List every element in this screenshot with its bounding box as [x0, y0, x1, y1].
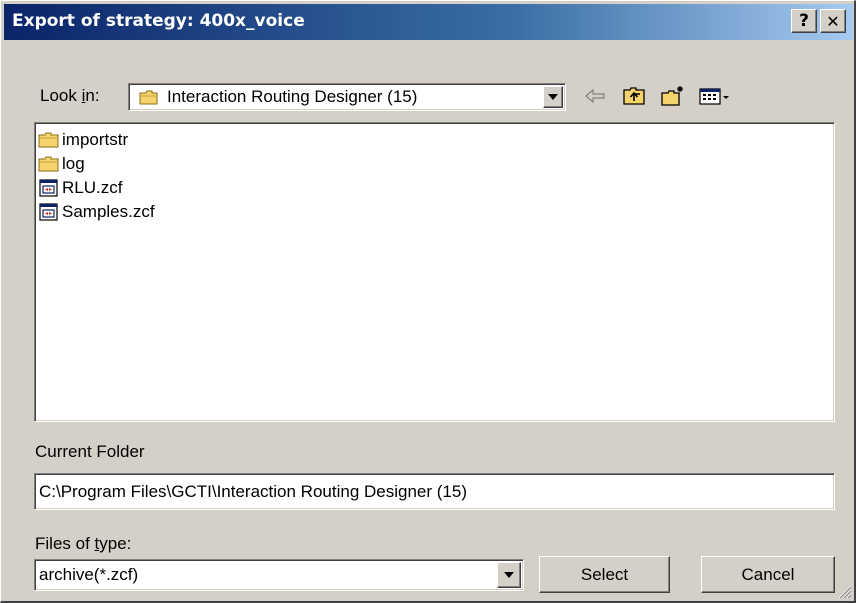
list-item[interactable]: RLU.zcf	[38, 177, 122, 199]
filetype-label: Files of type:	[35, 534, 131, 554]
filetype-value: archive(*.zcf)	[39, 565, 139, 584]
resize-grip-icon[interactable]	[836, 583, 852, 599]
current-folder-field[interactable]: C:\Program Files\GCTI\Interaction Routin…	[34, 473, 835, 510]
view-menu-button[interactable]	[698, 84, 734, 108]
cancel-button[interactable]: Cancel	[701, 556, 835, 593]
back-arrow-icon	[585, 88, 605, 104]
folder-icon	[38, 156, 59, 172]
lookin-combo[interactable]: Interaction Routing Designer (15)	[128, 83, 566, 111]
window-title: Export of strategy: 400x_voice	[12, 11, 305, 31]
folder-icon	[38, 132, 59, 148]
select-button[interactable]: Select	[539, 556, 670, 593]
lookin-label-post: n:	[85, 86, 100, 105]
filetype-label-pre: Files of	[35, 534, 95, 553]
export-dialog: Export of strategy: 400x_voice ? ✕ Look …	[0, 0, 856, 603]
file-name: Samples.zcf	[62, 202, 155, 221]
lookin-label-pre: Look	[40, 86, 82, 105]
lookin-label: Look in:	[40, 86, 100, 106]
close-button[interactable]: ✕	[820, 9, 846, 33]
up-one-level-button[interactable]	[621, 84, 647, 108]
view-menu-icon	[699, 88, 729, 105]
back-button[interactable]	[582, 84, 608, 108]
close-icon: ✕	[826, 11, 840, 31]
document-icon	[39, 179, 58, 197]
help-icon: ?	[799, 11, 809, 31]
lookin-value: Interaction Routing Designer (15)	[167, 87, 418, 106]
up-one-level-icon	[623, 87, 645, 105]
folder-icon	[139, 90, 158, 105]
document-icon	[39, 203, 58, 221]
list-item[interactable]: Samples.zcf	[38, 201, 155, 223]
current-folder-label: Current Folder	[35, 442, 145, 461]
file-name: importstr	[62, 130, 129, 149]
filetype-label-post: ype:	[99, 534, 132, 553]
list-item[interactable]: importstr	[38, 129, 128, 151]
create-new-folder-icon	[661, 86, 683, 106]
filetype-dropdown-button[interactable]	[497, 562, 521, 588]
file-list[interactable]: importstr log RLU.zcf Samples.zcf	[34, 122, 835, 422]
lookin-dropdown-button[interactable]	[543, 86, 563, 108]
file-name: log	[62, 154, 85, 173]
create-new-folder-button[interactable]	[660, 84, 686, 108]
help-button[interactable]: ?	[791, 9, 817, 33]
title-bar[interactable]: Export of strategy: 400x_voice ? ✕	[4, 4, 853, 40]
current-folder-value: C:\Program Files\GCTI\Interaction Routin…	[39, 481, 467, 501]
list-item[interactable]: log	[38, 153, 85, 175]
filetype-combo[interactable]: archive(*.zcf)	[34, 559, 524, 591]
file-name: RLU.zcf	[62, 178, 123, 197]
